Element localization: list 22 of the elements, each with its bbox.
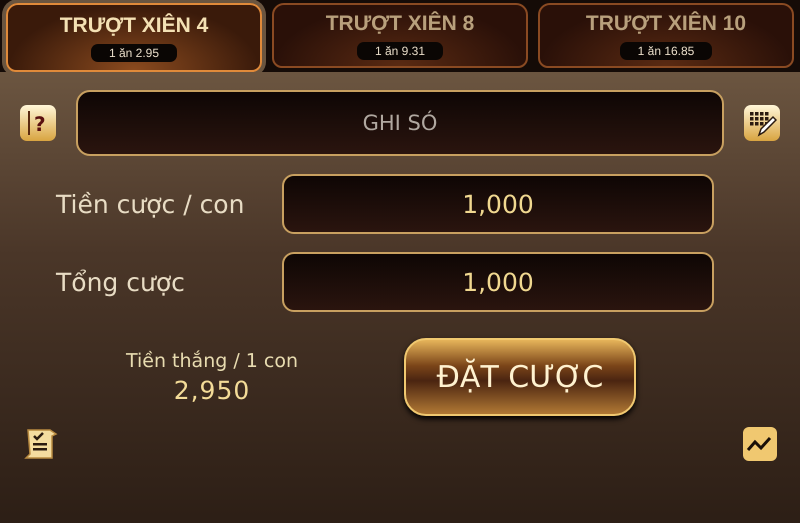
- placeholder-text: GHI SÓ: [362, 111, 438, 135]
- tab[interactable]: TRƯỢT XIÊN 8 1 ăn 9.31: [272, 3, 528, 68]
- help-icon[interactable]: ?: [20, 105, 56, 141]
- amount-field[interactable]: 1,000: [282, 252, 714, 312]
- odds-badge: 1 ăn 2.95: [90, 44, 178, 62]
- winnings-value: 2,950: [174, 376, 250, 404]
- number-input-field[interactable]: GHI SÓ: [76, 90, 724, 156]
- odds-badge: 1 ăn 16.85: [620, 42, 712, 60]
- field-label: Tiền cược / con: [55, 190, 246, 218]
- tab-label: TRƯỢT XIÊN 10: [586, 12, 746, 36]
- amount-field[interactable]: 1,000: [282, 174, 714, 234]
- tab[interactable]: TRƯỢT XIÊN 10 1 ăn 16.85: [538, 3, 794, 68]
- tab-label: TRƯỢT XIÊN 4: [60, 14, 208, 38]
- trend-chart-icon[interactable]: [742, 426, 778, 462]
- odds-badge: 1 ăn 9.31: [356, 42, 444, 60]
- tab-label: TRƯỢT XIÊN 8: [326, 12, 474, 36]
- keypad-pencil-icon[interactable]: [744, 105, 780, 141]
- bet-button[interactable]: ĐẶT CƯỢC: [404, 338, 636, 416]
- amount-value: 1,000: [462, 268, 534, 296]
- winnings-label: Tiền thắng / 1 con: [126, 350, 298, 372]
- amount-value: 1,000: [462, 190, 534, 218]
- field-label: Tổng cược: [55, 268, 186, 296]
